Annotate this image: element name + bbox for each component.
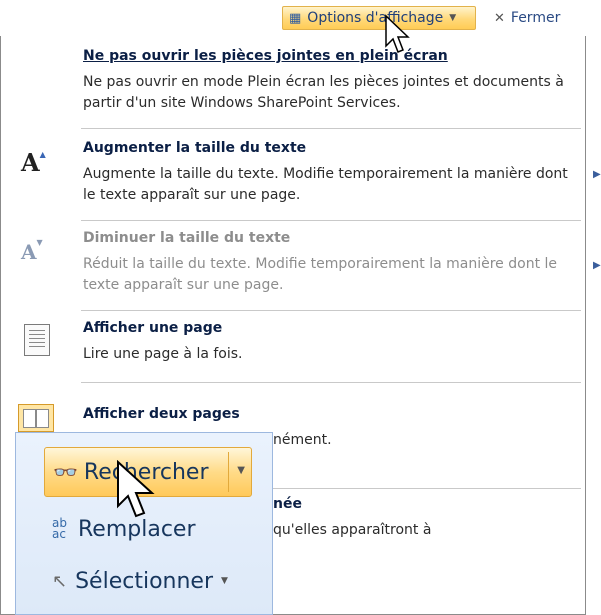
menu-item-show-one-page[interactable]: Afficher une page Lire une page à la foi… bbox=[1, 320, 585, 372]
selectionner-button[interactable]: ↖ Sélectionner ▼ bbox=[44, 559, 254, 603]
menu-item-description: Lire une page à la fois. bbox=[83, 346, 243, 362]
menu-item-title: née bbox=[273, 496, 302, 512]
chevron-right-icon: ▶ bbox=[593, 260, 601, 271]
menu-separator bbox=[81, 382, 581, 383]
menu-item-description: nément. bbox=[273, 432, 332, 448]
close-button[interactable]: ✕ Fermer bbox=[488, 6, 601, 30]
menu-item-description: Ne pas ouvrir en mode Plein écran les pi… bbox=[83, 74, 564, 111]
menu-item-increase-text-size[interactable]: A▲ Augmenter la taille du texte Augmente… bbox=[1, 140, 585, 216]
menu-item-title: Afficher deux pages bbox=[83, 406, 240, 422]
menu-separator bbox=[81, 220, 581, 221]
close-icon: ✕ bbox=[494, 10, 505, 26]
chevron-down-icon[interactable]: ▼ bbox=[237, 465, 245, 476]
chevron-right-icon: ▶ bbox=[593, 169, 601, 180]
menu-item-title: Afficher une page bbox=[83, 320, 223, 336]
menu-item-title: Diminuer la taille du texte bbox=[83, 230, 291, 246]
menu-item-decrease-text-size: A▼ Diminuer la taille du texte Réduit la… bbox=[1, 230, 585, 306]
menu-separator bbox=[81, 128, 581, 129]
single-page-icon bbox=[24, 324, 50, 356]
options-affichage-button[interactable]: ▦ Options d'affichage ▼ bbox=[282, 6, 476, 30]
mouse-cursor-icon bbox=[385, 14, 410, 53]
menu-item-title: Augmenter la taille du texte bbox=[83, 140, 307, 156]
options-affichage-label: Options d'affichage bbox=[307, 10, 444, 26]
view-options-icon: ▦ bbox=[289, 10, 302, 26]
decrease-font-icon: A▼ bbox=[21, 237, 43, 264]
menu-item-no-fullscreen-attachments[interactable]: Ne pas ouvrir les pièces jointes en plei… bbox=[1, 48, 585, 126]
close-label: Fermer bbox=[510, 10, 561, 26]
selectionner-label: Sélectionner bbox=[75, 568, 214, 594]
top-toolbar: ▦ Options d'affichage ▼ ✕ Fermer bbox=[0, 0, 601, 36]
two-pages-icon bbox=[18, 404, 54, 432]
increase-font-icon: A▲ bbox=[21, 148, 46, 177]
menu-item-description: Réduit la taille du texte. Modifie tempo… bbox=[83, 256, 558, 293]
menu-item-description: Augmente la taille du texte. Modifie tem… bbox=[83, 166, 568, 203]
chevron-down-icon: ▼ bbox=[221, 576, 228, 586]
mouse-cursor-icon bbox=[117, 460, 155, 518]
menu-separator bbox=[81, 310, 581, 311]
split-divider bbox=[228, 452, 229, 492]
binoculars-icon: 👓 bbox=[53, 460, 78, 484]
chevron-down-icon: ▼ bbox=[449, 13, 457, 23]
menu-item-description: qu'elles apparaîtront à bbox=[273, 522, 432, 538]
menu-separator bbox=[273, 488, 581, 489]
replace-icon: ab ac bbox=[52, 516, 67, 541]
select-arrow-icon: ↖ bbox=[52, 570, 68, 592]
